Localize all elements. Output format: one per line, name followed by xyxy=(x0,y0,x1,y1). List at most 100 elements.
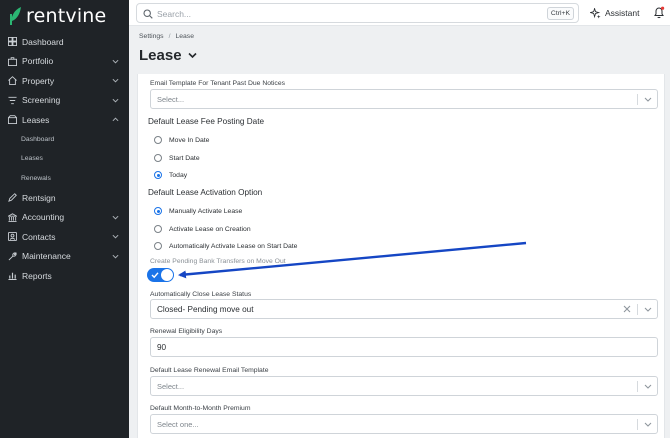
mtm-premium-select[interactable]: Select one... xyxy=(150,414,658,434)
radio-auto-activate-start[interactable]: Automatically Activate Lease on Start Da… xyxy=(154,242,297,250)
renewal-days-input[interactable]: 90 xyxy=(150,337,658,357)
reports-icon xyxy=(8,273,17,281)
select-divider xyxy=(637,304,638,315)
radio-button-selected xyxy=(154,171,162,179)
page-title-dropdown[interactable]: Lease xyxy=(139,47,197,64)
breadcrumb-separator: / xyxy=(168,33,171,40)
brand-name: rentvine xyxy=(26,5,107,27)
radio-today[interactable]: Today xyxy=(154,171,187,179)
chevron-down-icon xyxy=(187,52,197,59)
keyboard-shortcut-badge: Ctrl+K xyxy=(546,7,574,20)
sidebar-item-label: Portfolio xyxy=(22,56,54,67)
rentvine-logo[interactable]: rentvine xyxy=(9,4,106,28)
rentsign-icon xyxy=(8,193,17,203)
sidebar-item-dashboard[interactable]: Dashboard xyxy=(0,32,129,52)
assistant-button[interactable]: Assistant xyxy=(590,6,640,20)
sidebar-item-leases[interactable]: Leases xyxy=(0,110,129,130)
chevron-down-icon xyxy=(112,234,119,239)
radio-manually-activate[interactable]: Manually Activate Lease xyxy=(154,207,242,215)
renewal-email-label: Default Lease Renewal Email Template xyxy=(150,367,269,374)
breadcrumb: Settings / Lease xyxy=(139,33,194,40)
clear-icon[interactable] xyxy=(623,305,631,313)
leaf-logo-icon xyxy=(10,7,21,25)
radio-start-date[interactable]: Start Date xyxy=(154,154,200,162)
chevron-down-icon xyxy=(644,97,652,102)
screening-icon xyxy=(8,96,17,104)
sidebar-item-label: Screening xyxy=(22,95,61,106)
chevron-down-icon xyxy=(644,307,652,312)
chevron-down-icon xyxy=(112,215,119,220)
select-placeholder: Select... xyxy=(157,382,185,391)
pending-transfers-toggle[interactable] xyxy=(147,268,174,282)
chevron-up-icon xyxy=(112,117,119,122)
breadcrumb-settings-link[interactable]: Settings xyxy=(139,33,164,40)
sidebar-item-screening[interactable]: Screening xyxy=(0,91,129,111)
mtm-premium-label: Default Month-to-Month Premium xyxy=(150,405,251,412)
select-divider xyxy=(637,94,638,105)
sidebar-item-label: Accounting xyxy=(22,212,65,223)
auto-close-status-select[interactable]: Closed- Pending move out xyxy=(150,299,658,319)
chevron-down-icon xyxy=(644,422,652,427)
notification-bell-icon[interactable] xyxy=(653,6,665,19)
radio-label: Activate Lease on Creation xyxy=(169,225,251,233)
lease-settings-card: Email Template For Tenant Past Due Notic… xyxy=(137,74,665,438)
sidebar-item-label: Dashboard xyxy=(22,36,64,47)
pending-transfers-label: Create Pending Bank Transfers on Move Ou… xyxy=(150,258,286,265)
sidebar-item-label: Leases xyxy=(22,114,50,125)
chevron-down-icon xyxy=(112,254,119,259)
radio-move-in-date[interactable]: Move In Date xyxy=(154,136,209,144)
sidebar-item-maintenance[interactable]: Maintenance xyxy=(0,247,129,267)
sidebar-item-label: Rentsign xyxy=(22,192,56,203)
sidebar-item-contacts[interactable]: Contacts xyxy=(0,227,129,247)
chevron-down-icon xyxy=(112,98,119,103)
renewal-days-label: Renewal Eligibility Days xyxy=(150,328,223,335)
accounting-icon xyxy=(8,212,17,222)
dashboard-icon xyxy=(8,37,17,47)
breadcrumb-current: Lease xyxy=(175,33,194,40)
sidebar-item-portfolio[interactable]: Portfolio xyxy=(0,52,129,72)
sidebar-item-rentsign[interactable]: Rentsign xyxy=(0,188,129,208)
select-placeholder: Select one... xyxy=(157,420,199,429)
search-icon xyxy=(143,9,153,19)
toggle-knob xyxy=(161,269,173,281)
sidebar-item-label: Maintenance xyxy=(22,251,71,262)
chevron-down-icon xyxy=(112,78,119,83)
sidebar: rentvine Dashboard Portfolio Property Sc… xyxy=(0,0,129,438)
radio-activate-on-creation[interactable]: Activate Lease on Creation xyxy=(154,225,251,233)
search-input[interactable]: Search... Ctrl+K xyxy=(136,3,579,23)
contacts-icon xyxy=(8,232,17,242)
radio-button-selected xyxy=(154,207,162,215)
sidebar-nav: Dashboard Portfolio Property Screening L… xyxy=(0,32,129,286)
search-placeholder: Search... xyxy=(157,9,192,19)
property-icon xyxy=(8,76,17,86)
leases-icon xyxy=(8,115,17,125)
radio-button xyxy=(154,242,162,250)
radio-label: Today xyxy=(169,171,188,179)
sidebar-subitem-dashboard[interactable]: Dashboard xyxy=(0,130,129,150)
sidebar-item-reports[interactable]: Reports xyxy=(0,266,129,286)
input-value: 90 xyxy=(157,343,167,352)
past-due-template-select[interactable]: Select... xyxy=(150,89,658,109)
sidebar-item-accounting[interactable]: Accounting xyxy=(0,208,129,228)
activation-heading: Default Lease Activation Option xyxy=(148,188,263,197)
page-title: Lease xyxy=(139,47,182,64)
sidebar-item-label: Contacts xyxy=(22,231,56,242)
select-placeholder: Select... xyxy=(157,95,185,104)
sidebar-item-property[interactable]: Property xyxy=(0,71,129,91)
portfolio-icon xyxy=(8,57,17,66)
radio-label: Manually Activate Lease xyxy=(169,207,243,215)
sidebar-subitem-renewals[interactable]: Renewals xyxy=(0,169,129,189)
sidebar-item-label: Reports xyxy=(22,270,52,281)
renewal-email-select[interactable]: Select... xyxy=(150,376,658,396)
radio-button xyxy=(154,154,162,162)
radio-label: Start Date xyxy=(169,154,200,162)
auto-close-status-label: Automatically Close Lease Status xyxy=(150,291,252,298)
sidebar-subitem-leases[interactable]: Leases xyxy=(0,149,129,169)
chevron-down-icon xyxy=(644,384,652,389)
radio-label: Automatically Activate Lease on Start Da… xyxy=(169,242,298,250)
radio-button xyxy=(154,225,162,233)
checkmark-icon xyxy=(151,272,159,279)
top-bar: Search... Ctrl+K Assistant xyxy=(129,0,670,26)
select-divider xyxy=(637,381,638,392)
radio-button xyxy=(154,136,162,144)
